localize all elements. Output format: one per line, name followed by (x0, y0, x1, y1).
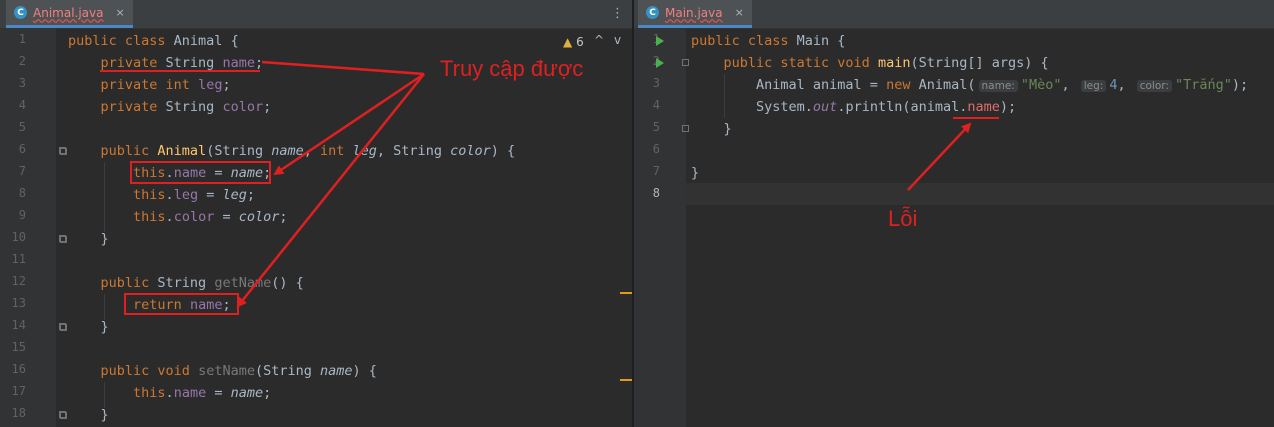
tab-main-java[interactable]: C Main.java × (638, 0, 752, 28)
code-line: this.leg = leg; (133, 187, 255, 203)
current-line-highlight (686, 183, 1274, 205)
line-number: 3 (652, 76, 660, 90)
code-line: this.name = name; (133, 385, 272, 401)
line-number: 7 (18, 164, 26, 178)
warning-stripe[interactable] (620, 379, 632, 381)
highlight-return-name (124, 293, 239, 315)
annotation-accessible: Truy cập được (440, 56, 584, 81)
code-line: private int leg; (100, 77, 231, 93)
code-line: } (68, 407, 109, 423)
fold-icon[interactable] (682, 125, 689, 132)
line-number: 17 (11, 384, 26, 398)
line-number: 1 (18, 32, 26, 46)
more-icon[interactable]: ⋮ (611, 6, 624, 21)
underline-private-name (100, 70, 260, 72)
line-number: 6 (18, 142, 26, 156)
tab-animal-java[interactable]: C Animal.java × (6, 0, 133, 28)
code-line: public class Animal { (68, 33, 239, 49)
code-line: Animal animal = new Animal(name: "Mèo", l… (691, 77, 1249, 93)
warning-icon: ▲ (563, 35, 573, 49)
line-number: 13 (11, 296, 26, 310)
line-number: 12 (11, 274, 26, 288)
chevron-down-icon[interactable]: v (614, 33, 621, 47)
annotation-error: Lỗi (888, 206, 918, 231)
code-line: public static void main(String[] args) { (723, 55, 1049, 71)
line-number: 8 (18, 186, 26, 200)
tab-bar: C Main.java × (634, 0, 1274, 29)
code-line: } (68, 231, 109, 247)
fold-icon[interactable] (59, 411, 66, 418)
line-number: 18 (11, 406, 26, 420)
java-class-icon: C (646, 6, 659, 19)
param-hint-color: color: (1136, 80, 1172, 92)
gutter: 1 2 3 4 5 6 7 8 9 10 11 12 13 14 15 16 1… (0, 28, 67, 427)
line-number: 11 (11, 252, 26, 266)
line-number: 16 (11, 362, 26, 376)
param-hint-name: name: (978, 80, 1018, 92)
code-line: System.out.println(animal.name); (691, 99, 1017, 115)
line-number: 5 (652, 120, 660, 134)
run-icon[interactable] (656, 36, 664, 46)
fold-icon[interactable] (682, 59, 689, 66)
param-hint-leg: leg: (1080, 80, 1107, 92)
warning-stripe[interactable] (620, 292, 632, 294)
highlight-this-name (130, 161, 271, 184)
tab-bar: C Animal.java × ⋮ (0, 0, 632, 29)
line-number: 3 (18, 76, 26, 90)
code-line: } (691, 165, 700, 181)
code-line: } (68, 319, 109, 335)
line-number: 14 (11, 318, 26, 332)
line-number: 2 (18, 54, 26, 68)
tab-label: Animal.java (33, 5, 104, 20)
fold-icon[interactable] (59, 235, 66, 242)
fold-icon[interactable] (59, 147, 66, 154)
line-number: 4 (18, 98, 26, 112)
close-icon[interactable]: × (115, 6, 124, 19)
line-number: 5 (18, 120, 26, 134)
code-line: private String color; (100, 99, 272, 115)
code-line: public void setName(String name) { (100, 363, 377, 379)
underline-error-name (953, 117, 999, 119)
code-line: this.color = color; (133, 209, 288, 225)
chevron-up-icon[interactable]: ^ (594, 33, 604, 47)
gutter: 1 2 3 4 5 6 7 8 (634, 28, 686, 427)
line-number: 10 (11, 230, 26, 244)
code-line: public class Main { (691, 33, 846, 49)
editor-pane-main[interactable]: C Main.java × 1 2 3 4 5 6 7 8 public cla… (634, 0, 1274, 427)
close-icon[interactable]: × (735, 6, 744, 19)
code-line: public String getName() { (100, 275, 304, 291)
line-number-current: 8 (652, 186, 660, 200)
run-icon[interactable] (656, 58, 664, 68)
line-number: 9 (18, 208, 26, 222)
code-line: public Animal(String name, int leg, Stri… (100, 143, 516, 159)
java-class-icon: C (14, 6, 27, 19)
inspection-widget[interactable]: ▲ 6 (563, 35, 584, 49)
line-number: 6 (652, 142, 660, 156)
fold-icon[interactable] (59, 323, 66, 330)
code-line: } (691, 121, 732, 137)
warning-count: 6 (576, 35, 584, 49)
line-number: 7 (652, 164, 660, 178)
line-number: 4 (652, 98, 660, 112)
tab-label: Main.java (665, 5, 723, 20)
line-number: 15 (11, 340, 26, 354)
